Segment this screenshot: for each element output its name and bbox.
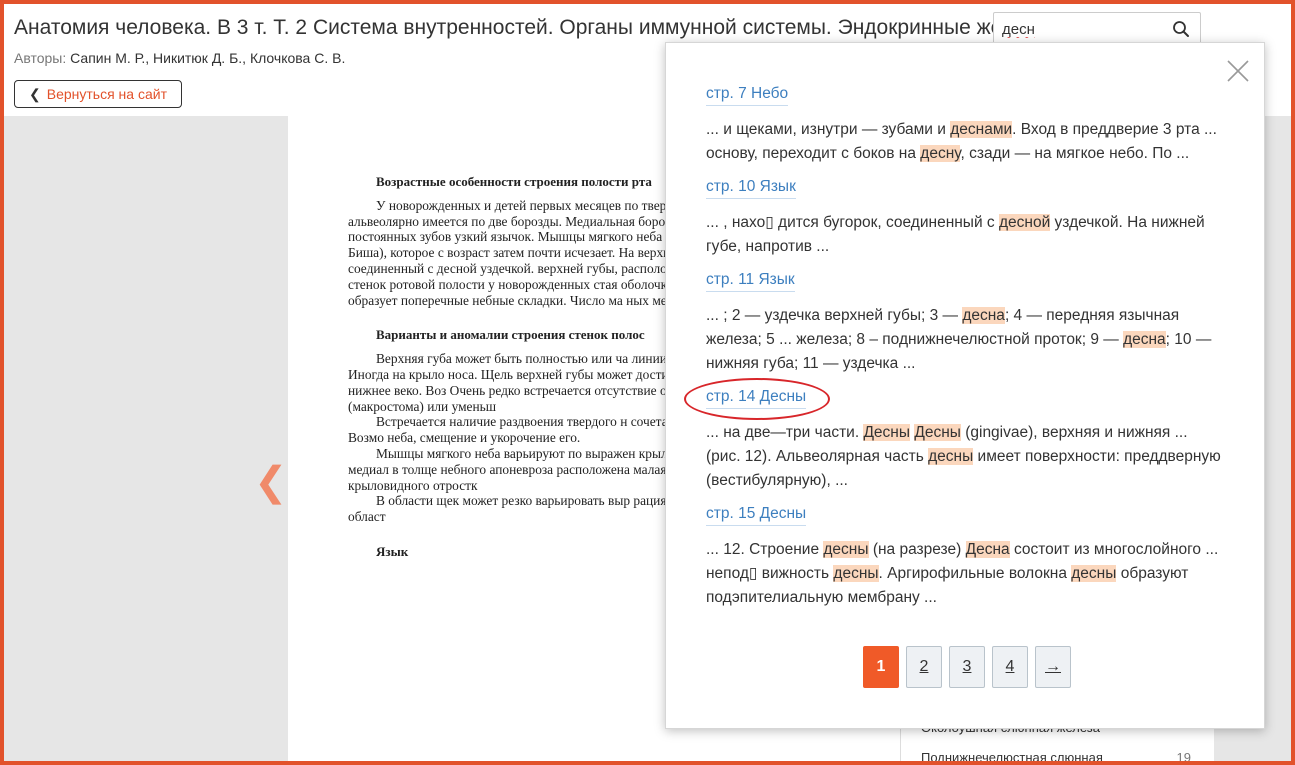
result-link[interactable]: стр. 7 Небо [706, 85, 789, 106]
search-highlight: десны [823, 541, 869, 558]
prev-page-arrow-icon[interactable]: ❮ [254, 462, 288, 502]
search-highlight: десны [928, 448, 974, 465]
snippet-text: ... ; 2 — уздечка верхней губы; 3 — [706, 307, 963, 324]
search-highlight: деснами [950, 121, 1013, 138]
search-result: стр. 15 Десны ... 12. Строение десны (на… [706, 505, 1226, 610]
search-result: стр. 10 Язык ... , нахо▯ дится бугорок, … [706, 178, 1226, 259]
search-results-popup: стр. 7 Небо ... и щеками, изнутри — зуба… [665, 42, 1265, 729]
close-icon[interactable] [1224, 57, 1252, 85]
search-highlight: десна [962, 307, 1005, 324]
page-button-2[interactable]: 2 [906, 646, 942, 688]
search-highlight: десну [920, 145, 961, 162]
page-button-3[interactable]: 3 [949, 646, 985, 688]
back-to-site-button[interactable]: ❮ Вернуться на сайт [14, 80, 182, 108]
toc-item[interactable]: Поднижнечелюстная слюнная 19 [921, 750, 1211, 765]
chevron-left-icon: ❮ [29, 85, 41, 102]
authors-names: Сапин М. Р., Никитюк Д. Б., Клочкова С. … [70, 50, 346, 66]
snippet-text: ... и щеками, изнутри — зубами и [706, 121, 951, 138]
search-highlight: Десна [965, 541, 1010, 558]
snippet-text: ... 12. Строение [706, 541, 824, 558]
authors-line: Авторы: Сапин М. Р., Никитюк Д. Б., Клоч… [14, 50, 345, 66]
book-title: Анатомия человека. В 3 т. Т. 2 Система в… [14, 16, 994, 39]
pagination: 1 2 3 4 → [863, 646, 1071, 688]
result-link[interactable]: стр. 11 Язык [706, 271, 795, 292]
search-box [993, 12, 1201, 46]
result-link[interactable]: стр. 10 Язык [706, 178, 796, 199]
search-highlight: десны [1071, 565, 1117, 582]
result-snippet: ... , нахо▯ дится бугорок, соединенный с… [706, 211, 1226, 259]
snippet-text: . Аргирофильные волокна [878, 565, 1072, 582]
result-snippet: ... 12. Строение десны (на разрезе) Десн… [706, 538, 1226, 610]
search-highlight: десной [998, 214, 1051, 231]
back-to-site-label: Вернуться на сайт [46, 86, 167, 102]
search-result: стр. 11 Язык ... ; 2 — уздечка верхней г… [706, 271, 1226, 376]
page-button-4[interactable]: 4 [992, 646, 1028, 688]
snippet-text: ... на две—три части. [706, 424, 864, 441]
snippet-text: ... , нахо▯ дится бугорок, соединенный с [706, 214, 999, 231]
result-snippet: ... ; 2 — уздечка верхней губы; 3 — десн… [706, 304, 1226, 376]
toc-item-page: 19 [1176, 750, 1191, 765]
search-highlight: Десны [863, 424, 911, 441]
result-snippet: ... на две—три части. Десны Десны (gingi… [706, 421, 1226, 493]
annotation-circle [684, 378, 830, 420]
search-highlight: Десны [914, 424, 961, 441]
search-highlight: десны [833, 565, 879, 582]
next-page-button[interactable]: → [1035, 646, 1071, 688]
snippet-text: , сзади — на мягкое небо. По ... [960, 145, 1190, 162]
result-snippet: ... и щеками, изнутри — зубами и деснами… [706, 118, 1226, 166]
search-result: стр. 7 Небо ... и щеками, изнутри — зуба… [706, 85, 1226, 166]
search-input[interactable] [994, 13, 1164, 45]
search-icon[interactable] [1172, 20, 1190, 38]
authors-label: Авторы: [14, 50, 67, 66]
toc-item-label: Поднижнечелюстная слюнная [921, 750, 1103, 765]
result-link[interactable]: стр. 15 Десны [706, 505, 807, 526]
snippet-text: (на разрезе) [868, 541, 966, 558]
search-highlight: десна [1123, 331, 1166, 348]
page-button-1[interactable]: 1 [863, 646, 899, 688]
